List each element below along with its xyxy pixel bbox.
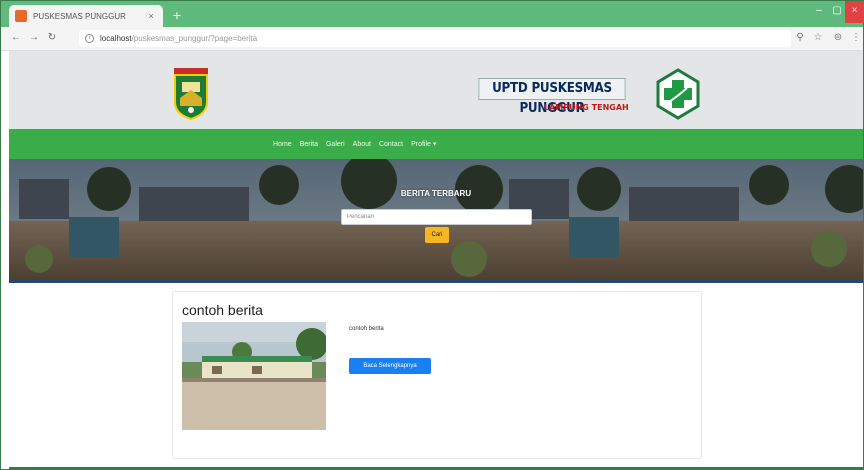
url-path: /puskesmas_punggur/?page=berita (131, 34, 258, 43)
news-thumbnail[interactable] (182, 322, 326, 430)
back-arrow-icon[interactable]: ← (9, 31, 23, 45)
maximize-button[interactable]: ▢ (827, 1, 847, 23)
url-host: localhost (100, 34, 132, 43)
nav-item-galeri[interactable]: Galeri (326, 141, 345, 148)
banner-title: UPTD PUSKESMAS PUNGGUR (478, 78, 626, 116)
nav-item-berita[interactable]: Berita (300, 141, 318, 148)
info-icon[interactable]: i (85, 34, 94, 43)
bookmark-star-icon[interactable]: ☆ (811, 31, 825, 45)
favicon-icon (15, 10, 27, 22)
regency-crest-logo (172, 68, 210, 121)
forward-arrow-icon[interactable]: → (27, 31, 41, 45)
browser-window: PUSKESMAS PUNGGUR × + – ▢ × ← → ↻ i loca… (0, 0, 864, 470)
zoom-icon[interactable]: ⚲ (793, 31, 807, 45)
window-close-button[interactable]: × (845, 1, 864, 23)
reload-icon[interactable]: ↻ (45, 31, 59, 45)
health-cross-logo (655, 68, 701, 120)
hero-title: BERITA TERBARU (400, 189, 472, 198)
search-button[interactable]: Cari (425, 227, 449, 243)
banner-subtitle: LAMPUNG TENGAH (544, 103, 629, 112)
nav-item-profile-dropdown[interactable]: Profile ▾ (411, 140, 436, 148)
tab-title: PUSKESMAS PUNGGUR (33, 11, 126, 21)
news-card: contoh berita contoh berita Baca Selengk… (172, 291, 702, 459)
read-more-button[interactable]: Baca Selengkapnya (349, 358, 431, 374)
site-header: UPTD PUSKESMAS PUNGGUR LAMPUNG TENGAH (9, 51, 863, 129)
browser-menu-icon[interactable]: ⋮ (849, 31, 863, 45)
new-tab-button[interactable]: + (169, 7, 185, 23)
search-input[interactable] (341, 209, 532, 225)
browser-tab[interactable]: PUSKESMAS PUNGGUR × (9, 5, 163, 27)
tab-strip: PUSKESMAS PUNGGUR × + – ▢ × (1, 1, 864, 27)
nav-item-contact[interactable]: Contact (379, 141, 403, 148)
browser-toolbar: ← → ↻ i localhost /puskesmas_punggur/?pa… (1, 27, 863, 51)
minimize-button[interactable]: – (809, 1, 829, 23)
extension-icon[interactable]: ⊜ (831, 31, 845, 45)
nav-item-about[interactable]: About (353, 141, 371, 148)
news-excerpt: contoh berita (349, 326, 384, 332)
nav-item-home[interactable]: Home (273, 141, 292, 148)
tab-close-icon[interactable]: × (145, 11, 157, 21)
news-title[interactable]: contoh berita (182, 302, 263, 318)
main-navbar: Home Berita Galeri About Contact Profile… (9, 129, 863, 159)
news-section: contoh berita contoh berita Baca Selengk… (9, 283, 863, 469)
hero-banner: BERITA TERBARU Cari (9, 159, 863, 279)
address-bar[interactable]: i localhost /puskesmas_punggur/?page=ber… (79, 30, 791, 47)
